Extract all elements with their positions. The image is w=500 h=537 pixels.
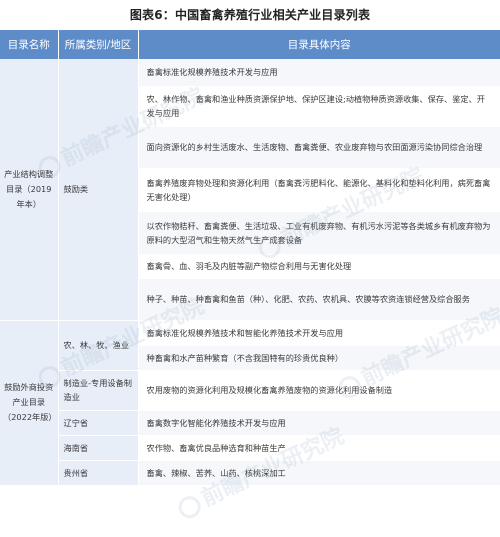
content-cell: 畜禽标准化规模养殖技术和智能化养殖技术开发与应用: [138, 320, 500, 346]
category-cell: 辽宁省: [58, 410, 139, 436]
table-row: 贵州省 畜禽、辣椒、苦荞、山药、核桃深加工: [0, 460, 500, 486]
content-cell: 畜禽标准化规模养殖技术开发与应用: [138, 59, 500, 87]
content-cell: 以农作物秸秆、畜禽粪便、生活垃圾、工业有机废弃物、有机污水污泥等各类城乡有机废弃…: [138, 211, 500, 255]
content-cell: 面向资源化的乡村生活废水、生活废物、畜禽粪便、农业废弃物与农田面源污染协同综合治…: [138, 126, 500, 169]
category-cell: 贵州省: [58, 460, 139, 486]
catalog-table: 目录名称 所属类别/地区 目录具体内容 产业结构调整目录（2019年本） 鼓励类…: [0, 30, 500, 486]
table-row: 鼓励外商投资产业目录（2022年版） 农、林、牧、渔业 畜禽标准化规模养殖技术和…: [0, 320, 500, 486]
content-cell: 畜禽、辣椒、苦荞、山药、核桃深加工: [138, 460, 500, 486]
section-name-cell: 鼓励外商投资产业目录（2022年版）: [0, 320, 59, 486]
catalog-table-wrapper: 目录名称 所属类别/地区 目录具体内容 产业结构调整目录（2019年本） 鼓励类…: [0, 30, 500, 537]
content-cell: 畜禽养殖废弃物处理和资源化利用（畜禽粪污肥料化、能源化、基料化和垫料化利用，病死…: [138, 168, 500, 212]
content-cell: 畜禽数字化智能化养殖技术开发与应用: [138, 410, 500, 436]
table-row: 产业结构调整目录（2019年本） 鼓励类 畜禽标准化规模养殖技术开发与应用: [0, 59, 500, 321]
category-cell: 海南省: [58, 435, 139, 461]
page-title: 图表6：中国畜禽养殖行业相关产业目录列表: [129, 8, 371, 22]
content-cell: 种畜禽和水产苗种繁育（不含我国特有的珍贵优良种）: [138, 345, 500, 371]
header-catalog-name: 目录名称: [0, 30, 59, 59]
header-category-region: 所属类别/地区: [58, 30, 139, 59]
table-row: 海南省 农作物、畜禽优良品种选育和种苗生产: [0, 435, 500, 461]
category-cell: 农、林、牧、渔业: [58, 320, 139, 371]
watermark-icon: [175, 492, 205, 522]
header-row: 目录名称 所属类别/地区 目录具体内容: [0, 30, 500, 59]
table-row: 制造业-专用设备制造业 农用废物的资源化利用及规模化畜禽养殖废物的资源化利用设备…: [0, 370, 500, 411]
table-row: 辽宁省 畜禽数字化智能化养殖技术开发与应用: [0, 410, 500, 436]
content-cell: 农作物、畜禽优良品种选育和种苗生产: [138, 435, 500, 461]
section-name-cell: 产业结构调整目录（2019年本）: [0, 59, 59, 321]
category-cell: 制造业-专用设备制造业: [58, 370, 139, 411]
category-cell: 鼓励类: [58, 59, 139, 321]
content-cell: 农用废物的资源化利用及规模化畜禽养殖废物的资源化利用设备制造: [138, 370, 500, 411]
content-cell: 种子、种苗、种畜禽和鱼苗（种）、化肥、农药、农机具、农膜等农资连锁经营及综合服务: [138, 278, 500, 321]
content-cell: 农、林作物、畜禽和渔业种质资源保护地、保护区建设;动植物种质资源收集、保存、鉴定…: [138, 86, 500, 127]
content-cell: 畜禽骨、血、羽毛及内脏等副产物综合利用与无害化处理: [138, 254, 500, 279]
header-content: 目录具体内容: [138, 30, 500, 59]
